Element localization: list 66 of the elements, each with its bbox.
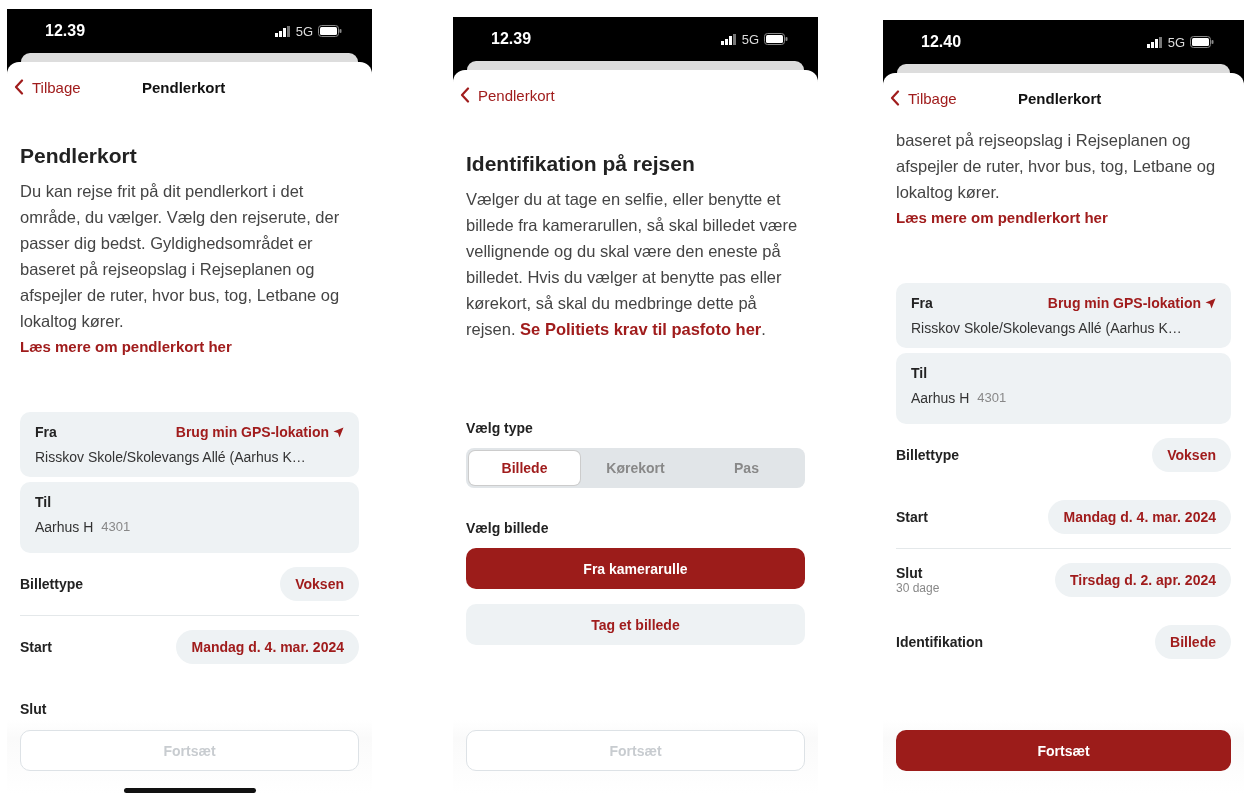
location-arrow-icon: [1205, 297, 1216, 309]
stop-code: 4301: [101, 519, 131, 535]
nav-title: Pendlerkort: [142, 78, 226, 96]
row-label: Start: [20, 639, 52, 655]
status-time: 12.40: [921, 33, 962, 51]
from-value: Risskov Skole/Skolevangs Allé (Aarhus K…: [35, 449, 307, 465]
back-button[interactable]: Tilbage: [890, 89, 957, 107]
signal-icon: [720, 33, 737, 45]
chevron-left-icon: [14, 79, 24, 95]
value-pill[interactable]: Billede: [1155, 625, 1231, 659]
section-label: Vælg type: [466, 420, 534, 436]
back-button[interactable]: Tilbage: [14, 78, 81, 96]
police-link[interactable]: Se Politiets krav til pasfoto her: [520, 320, 762, 338]
location-arrow-icon: [333, 426, 344, 438]
row-label: Slut: [20, 701, 47, 717]
battery-icon: [764, 33, 788, 45]
chevron-left-icon: [460, 87, 470, 103]
back-button[interactable]: Pendlerkort: [460, 86, 555, 104]
gps-location-link[interactable]: Brug min GPS-lokation: [1047, 295, 1216, 311]
value-pill[interactable]: Mandag d. 4. mar. 2024: [176, 630, 359, 664]
camera-roll-button[interactable]: Fra kamerarulle: [466, 548, 805, 589]
gps-location-link[interactable]: Brug min GPS-lokation: [175, 424, 344, 440]
row-label: Billettype: [20, 576, 83, 592]
segment-option[interactable]: Billede: [469, 451, 580, 485]
to-value: Aarhus H: [35, 519, 94, 535]
from-field[interactable]: Fra Brug min GPS-lokation Risskov Skole/Skolevangs Allé (Aarhus K…: [896, 283, 1231, 348]
page-heading: Identifikation på rejsen: [466, 152, 696, 176]
to-label: Til: [35, 494, 53, 510]
row-label: Billettype: [896, 447, 959, 463]
row-sublabel: 30 dage: [896, 581, 940, 595]
battery-icon: [318, 25, 342, 37]
row-label: Start: [896, 509, 928, 525]
status-time: 12.39: [45, 22, 86, 40]
signal-icon: [274, 25, 291, 37]
value-pill[interactable]: Voksen: [280, 567, 359, 601]
network-label: 5G: [1167, 34, 1185, 50]
page-heading: Pendlerkort: [20, 144, 138, 168]
info-paragraph: baseret på rejseopslag i Rejseplanen og afspejler de ruter, hvor bus, tog, Letbane og lokaltog kører.: [896, 130, 1217, 203]
from-label: Fra: [35, 424, 57, 440]
continue-button[interactable]: Fortsæt: [896, 730, 1231, 771]
section-label: Vælg billede: [466, 520, 550, 536]
info-paragraph: Du kan rejse frit på dit pendlerkort i det område, du vælger. Vælg den rejserute, der passer dig bedst. Gyldighedsområdet er baseret på rejseopslag i Rejseplanen og afspejler de ruter, hvor bus, tog, Letbane og lokaltog kører.: [20, 181, 341, 332]
from-label: Fra: [911, 295, 933, 311]
stop-code: 4301: [977, 390, 1007, 406]
row-label: Identifikation: [896, 634, 984, 650]
value-pill[interactable]: Mandag d. 4. mar. 2024: [1048, 500, 1231, 534]
row-label: Slut: [896, 565, 924, 581]
to-field[interactable]: Til Aarhus H 4301: [20, 482, 359, 553]
value-pill[interactable]: Tirsdag d. 2. apr. 2024: [1054, 563, 1231, 597]
network-label: 5G: [295, 23, 313, 39]
info-paragraph: Vælger du at tage en selfie, eller benytte et billede fra kamerarullen, så skal billedet være vellignende og du skal være den eneste på billedet. Hvis du vælger at benytte pas eller kørekort, så skal du medbringe dette på rejsen. Se Politiets krav til pasfoto her.: [466, 189, 799, 340]
chevron-left-icon: [890, 90, 900, 106]
read-more-link[interactable]: Læs mere om pendlerkort her: [896, 205, 1108, 231]
signal-icon: [1146, 36, 1163, 48]
nav-title: Pendlerkort: [1018, 89, 1102, 107]
to-value: Aarhus H: [911, 390, 970, 406]
battery-icon: [1190, 36, 1214, 48]
value-pill[interactable]: Voksen: [1152, 438, 1231, 472]
from-field[interactable]: Fra Brug min GPS-lokation Risskov Skole/Skolevangs Allé (Aarhus K…: [20, 412, 359, 477]
status-time: 12.39: [491, 30, 532, 48]
take-photo-button[interactable]: Tag et billede: [466, 604, 805, 645]
to-label: Til: [911, 365, 929, 381]
network-label: 5G: [741, 31, 759, 47]
to-field[interactable]: Til Aarhus H 4301: [896, 353, 1231, 424]
from-value: Risskov Skole/Skolevangs Allé (Aarhus K…: [911, 320, 1183, 336]
read-more-link[interactable]: Læs mere om pendlerkort her: [20, 334, 232, 360]
